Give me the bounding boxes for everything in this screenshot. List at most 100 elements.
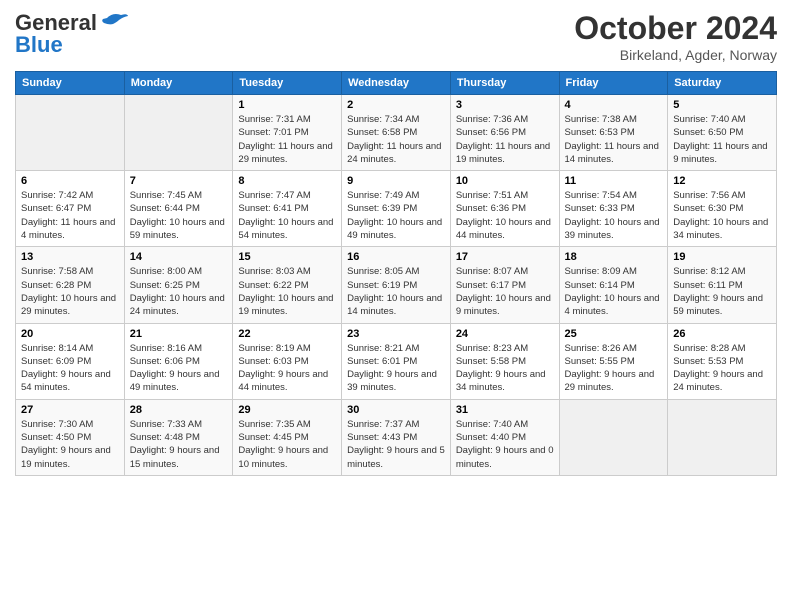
page-header: General Blue October 2024 Birkeland, Agd… <box>15 10 777 63</box>
day-info: Sunrise: 8:19 AMSunset: 6:03 PMDaylight:… <box>238 342 336 395</box>
day-number: 9 <box>347 175 445 187</box>
calendar-week-row: 20Sunrise: 8:14 AMSunset: 6:09 PMDayligh… <box>16 323 777 399</box>
calendar-cell: 12 Sunrise: 7:56 AMSunset: 6:30 PMDayligh… <box>668 171 777 247</box>
logo-bird-icon <box>99 10 129 32</box>
calendar-cell: 4 Sunrise: 7:38 AMSunset: 6:53 PMDaylight… <box>559 95 668 171</box>
day-number: 16 <box>347 251 445 263</box>
calendar-cell: 18 Sunrise: 8:09 AMSunset: 6:14 PMDayligh… <box>559 247 668 323</box>
day-number: 22 <box>238 328 336 340</box>
calendar-cell <box>559 399 668 475</box>
calendar-cell: 15 Sunrise: 8:03 AMSunset: 6:22 PMDayligh… <box>233 247 342 323</box>
calendar-table: SundayMondayTuesdayWednesdayThursdayFrid… <box>15 71 777 476</box>
day-info: Sunrise: 8:07 AMSunset: 6:17 PMDaylight:… <box>456 265 554 318</box>
calendar-cell: 17Sunrise: 8:07 AMSunset: 6:17 PMDayligh… <box>450 247 559 323</box>
calendar-cell: 31 Sunrise: 7:40 AMSunset: 4:40 PMDayligh… <box>450 399 559 475</box>
calendar-cell: 7 Sunrise: 7:45 AMSunset: 6:44 PMDaylight… <box>124 171 233 247</box>
day-info: Sunrise: 8:28 AMSunset: 5:53 PMDaylight:… <box>673 342 771 395</box>
day-number: 31 <box>456 404 554 416</box>
calendar-cell: 29 Sunrise: 7:35 AMSunset: 4:45 PMDayligh… <box>233 399 342 475</box>
day-number: 30 <box>347 404 445 416</box>
calendar-cell: 24Sunrise: 8:23 AMSunset: 5:58 PMDayligh… <box>450 323 559 399</box>
day-info: Sunrise: 7:45 AMSunset: 6:44 PMDaylight:… <box>130 189 228 242</box>
calendar-cell <box>124 95 233 171</box>
logo-blue: Blue <box>15 32 63 58</box>
calendar-header-row: SundayMondayTuesdayWednesdayThursdayFrid… <box>16 72 777 95</box>
calendar-cell: 3 Sunrise: 7:36 AMSunset: 6:56 PMDaylight… <box>450 95 559 171</box>
calendar-cell: 1 Sunrise: 7:31 AMSunset: 7:01 PMDaylight… <box>233 95 342 171</box>
calendar-cell: 14 Sunrise: 8:00 AMSunset: 6:25 PMDayligh… <box>124 247 233 323</box>
day-info: Sunrise: 7:30 AMSunset: 4:50 PMDaylight:… <box>21 418 119 471</box>
calendar-cell: 27 Sunrise: 7:30 AMSunset: 4:50 PMDayligh… <box>16 399 125 475</box>
calendar-cell: 13 Sunrise: 7:58 AMSunset: 6:28 PMDayligh… <box>16 247 125 323</box>
calendar-week-row: 13 Sunrise: 7:58 AMSunset: 6:28 PMDayligh… <box>16 247 777 323</box>
day-number: 8 <box>238 175 336 187</box>
logo: General Blue <box>15 10 129 58</box>
day-number: 13 <box>21 251 119 263</box>
calendar-cell: 11 Sunrise: 7:54 AMSunset: 6:33 PMDayligh… <box>559 171 668 247</box>
calendar-cell: 2Sunrise: 7:34 AMSunset: 6:58 PMDaylight… <box>342 95 451 171</box>
day-number: 29 <box>238 404 336 416</box>
day-number: 5 <box>673 99 771 111</box>
day-info: Sunrise: 8:09 AMSunset: 6:14 PMDaylight:… <box>565 265 663 318</box>
day-info: Sunrise: 7:54 AMSunset: 6:33 PMDaylight:… <box>565 189 663 242</box>
calendar-cell: 19 Sunrise: 8:12 AMSunset: 6:11 PMDayligh… <box>668 247 777 323</box>
day-number: 2 <box>347 99 445 111</box>
day-info: Sunrise: 8:12 AMSunset: 6:11 PMDaylight:… <box>673 265 771 318</box>
calendar-week-row: 1 Sunrise: 7:31 AMSunset: 7:01 PMDaylight… <box>16 95 777 171</box>
month-title: October 2024 <box>574 10 777 47</box>
day-info: Sunrise: 8:21 AMSunset: 6:01 PMDaylight:… <box>347 342 445 395</box>
calendar-cell: 30Sunrise: 7:37 AMSunset: 4:43 PMDayligh… <box>342 399 451 475</box>
day-info: Sunrise: 7:58 AMSunset: 6:28 PMDaylight:… <box>21 265 119 318</box>
day-info: Sunrise: 7:38 AMSunset: 6:53 PMDaylight:… <box>565 113 663 166</box>
day-of-week-header: Thursday <box>450 72 559 95</box>
day-info: Sunrise: 7:33 AMSunset: 4:48 PMDaylight:… <box>130 418 228 471</box>
day-info: Sunrise: 8:03 AMSunset: 6:22 PMDaylight:… <box>238 265 336 318</box>
calendar-cell: 20Sunrise: 8:14 AMSunset: 6:09 PMDayligh… <box>16 323 125 399</box>
day-number: 15 <box>238 251 336 263</box>
title-block: October 2024 Birkeland, Agder, Norway <box>574 10 777 63</box>
day-number: 28 <box>130 404 228 416</box>
calendar-cell: 21Sunrise: 8:16 AMSunset: 6:06 PMDayligh… <box>124 323 233 399</box>
day-number: 14 <box>130 251 228 263</box>
day-info: Sunrise: 7:51 AMSunset: 6:36 PMDaylight:… <box>456 189 554 242</box>
day-number: 7 <box>130 175 228 187</box>
day-number: 6 <box>21 175 119 187</box>
day-info: Sunrise: 7:42 AMSunset: 6:47 PMDaylight:… <box>21 189 119 242</box>
day-info: Sunrise: 8:00 AMSunset: 6:25 PMDaylight:… <box>130 265 228 318</box>
calendar-cell: 6 Sunrise: 7:42 AMSunset: 6:47 PMDaylight… <box>16 171 125 247</box>
calendar-cell <box>16 95 125 171</box>
day-info: Sunrise: 8:16 AMSunset: 6:06 PMDaylight:… <box>130 342 228 395</box>
calendar-cell <box>668 399 777 475</box>
day-info: Sunrise: 7:36 AMSunset: 6:56 PMDaylight:… <box>456 113 554 166</box>
day-of-week-header: Wednesday <box>342 72 451 95</box>
day-info: Sunrise: 7:31 AMSunset: 7:01 PMDaylight:… <box>238 113 336 166</box>
calendar-cell: 5 Sunrise: 7:40 AMSunset: 6:50 PMDaylight… <box>668 95 777 171</box>
day-info: Sunrise: 7:56 AMSunset: 6:30 PMDaylight:… <box>673 189 771 242</box>
calendar-cell: 26Sunrise: 8:28 AMSunset: 5:53 PMDayligh… <box>668 323 777 399</box>
day-info: Sunrise: 7:40 AMSunset: 6:50 PMDaylight:… <box>673 113 771 166</box>
day-number: 19 <box>673 251 771 263</box>
calendar-cell: 16 Sunrise: 8:05 AMSunset: 6:19 PMDayligh… <box>342 247 451 323</box>
day-number: 11 <box>565 175 663 187</box>
day-info: Sunrise: 7:49 AMSunset: 6:39 PMDaylight:… <box>347 189 445 242</box>
day-info: Sunrise: 8:05 AMSunset: 6:19 PMDaylight:… <box>347 265 445 318</box>
day-info: Sunrise: 7:40 AMSunset: 4:40 PMDaylight:… <box>456 418 554 471</box>
day-number: 25 <box>565 328 663 340</box>
day-number: 18 <box>565 251 663 263</box>
calendar-cell: 8Sunrise: 7:47 AMSunset: 6:41 PMDaylight… <box>233 171 342 247</box>
day-number: 1 <box>238 99 336 111</box>
day-of-week-header: Sunday <box>16 72 125 95</box>
day-number: 27 <box>21 404 119 416</box>
calendar-cell: 9 Sunrise: 7:49 AMSunset: 6:39 PMDaylight… <box>342 171 451 247</box>
day-number: 3 <box>456 99 554 111</box>
day-number: 23 <box>347 328 445 340</box>
calendar-cell: 28 Sunrise: 7:33 AMSunset: 4:48 PMDayligh… <box>124 399 233 475</box>
day-info: Sunrise: 7:35 AMSunset: 4:45 PMDaylight:… <box>238 418 336 471</box>
calendar-cell: 10Sunrise: 7:51 AMSunset: 6:36 PMDayligh… <box>450 171 559 247</box>
day-of-week-header: Saturday <box>668 72 777 95</box>
day-number: 4 <box>565 99 663 111</box>
day-info: Sunrise: 8:23 AMSunset: 5:58 PMDaylight:… <box>456 342 554 395</box>
calendar-cell: 25Sunrise: 8:26 AMSunset: 5:55 PMDayligh… <box>559 323 668 399</box>
day-number: 12 <box>673 175 771 187</box>
day-number: 20 <box>21 328 119 340</box>
